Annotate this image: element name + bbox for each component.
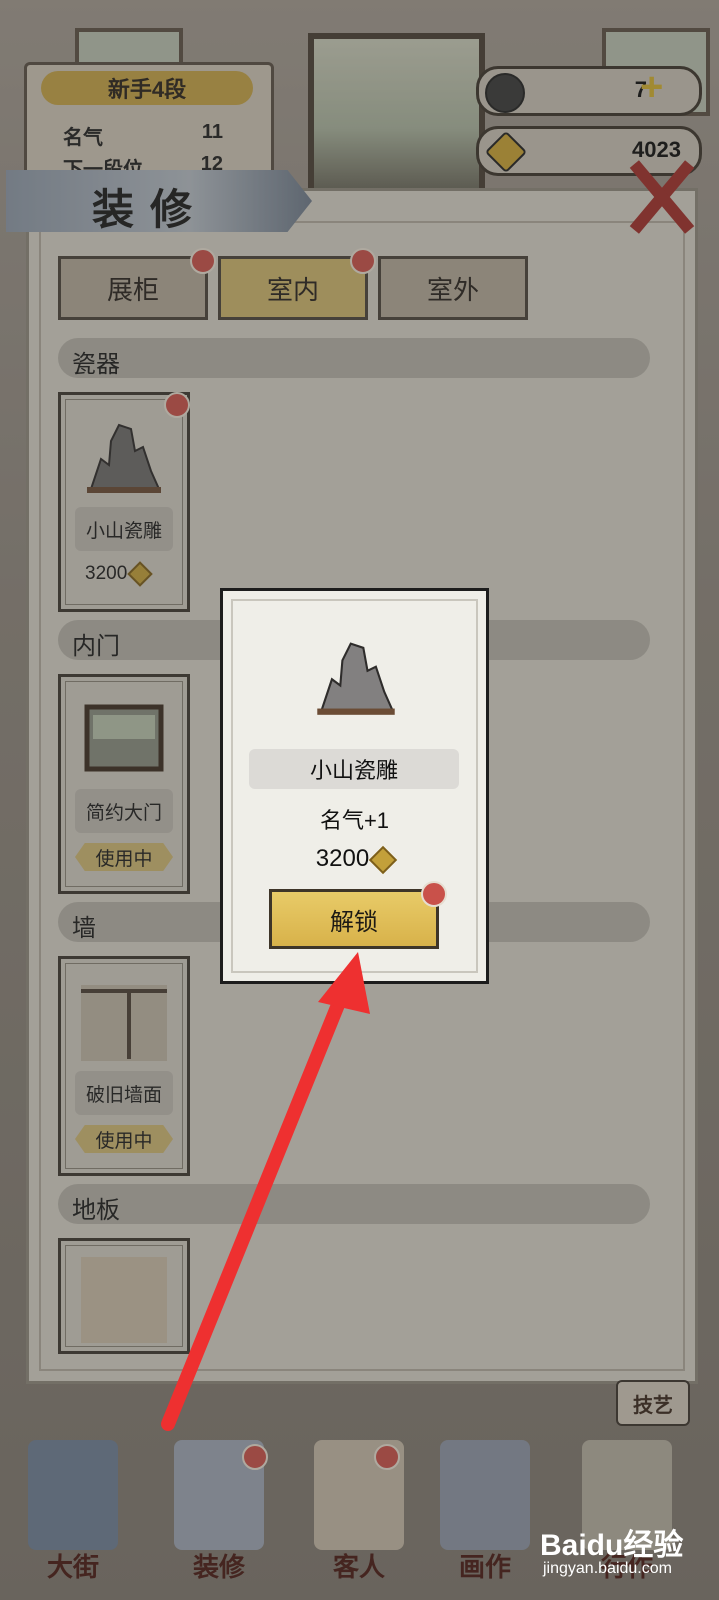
popup-fame-bonus: 名气+1 <box>319 808 390 833</box>
item-detail-popup: 小山瓷雕 名气+1 3200 解锁 <box>220 588 489 984</box>
watermark-brand: Baidu经验 <box>540 1529 684 1562</box>
popup-price: 3200 <box>223 845 486 874</box>
notification-dot <box>421 881 447 907</box>
popup-item-name: 小山瓷雕 <box>249 749 459 789</box>
unlock-button[interactable]: 解锁 <box>269 889 439 949</box>
coin-icon <box>369 845 398 874</box>
rock-sculpture-icon <box>317 642 395 715</box>
watermark-url: jingyan.baidu.com <box>543 1560 672 1577</box>
